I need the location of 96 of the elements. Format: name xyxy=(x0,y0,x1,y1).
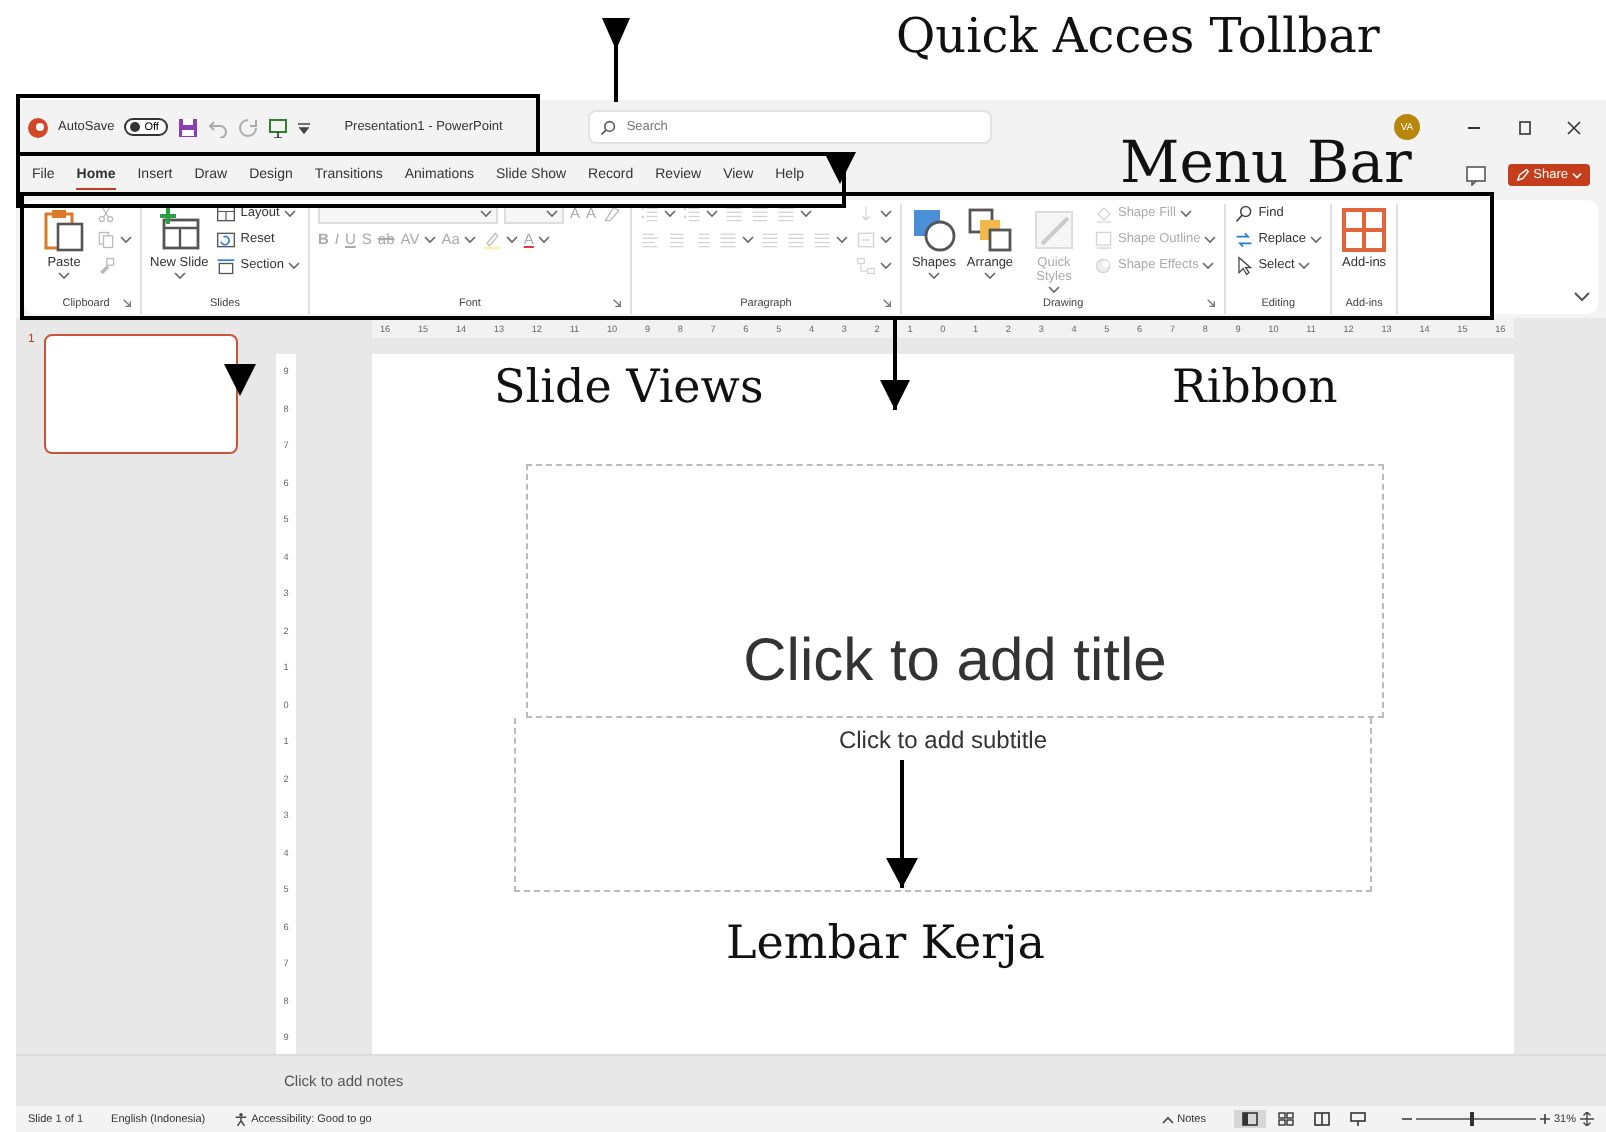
caret-icon xyxy=(1202,261,1215,270)
caret-icon xyxy=(927,271,940,280)
app-logo xyxy=(28,117,48,138)
justify-lines-icon xyxy=(717,229,738,250)
caret-up-icon xyxy=(1161,1115,1174,1124)
caret-icon xyxy=(1298,261,1311,270)
indent-more-lines-icon xyxy=(749,203,770,224)
pointer-arrow xyxy=(880,320,910,410)
plus-icon[interactable] xyxy=(1539,1114,1550,1125)
marker-icon xyxy=(481,229,502,250)
caret-icon xyxy=(1572,171,1582,180)
caret-icon xyxy=(1047,285,1060,294)
bucket-icon xyxy=(1093,203,1114,224)
swap-icon xyxy=(1234,229,1255,250)
pointer-triangle xyxy=(824,152,856,184)
align-center-lines-icon xyxy=(665,229,686,250)
caret-icon xyxy=(1310,235,1323,244)
search-icon xyxy=(600,119,617,136)
slide-thumbnail[interactable] xyxy=(44,334,239,455)
caret-icon xyxy=(120,235,132,244)
save-icon[interactable] xyxy=(178,117,199,138)
caret-icon xyxy=(741,235,754,244)
section-icon xyxy=(216,255,237,276)
launcher-icon[interactable] xyxy=(611,298,622,309)
fit-to-window-icon[interactable] xyxy=(1580,1112,1594,1127)
caret-icon xyxy=(58,271,70,280)
scissors-icon xyxy=(96,203,116,224)
launcher-icon[interactable] xyxy=(881,298,892,309)
pen-icon xyxy=(1515,168,1530,183)
caret-icon xyxy=(505,235,518,244)
effects-icon xyxy=(1093,255,1114,276)
pointer-arrow xyxy=(602,18,630,102)
caret-icon xyxy=(879,209,892,218)
caret-icon xyxy=(1204,235,1217,244)
caret-icon xyxy=(173,271,186,280)
caret-icon xyxy=(423,235,436,244)
pointer-arrow xyxy=(886,760,918,888)
align-text-icon xyxy=(855,229,876,250)
title-placeholder[interactable]: Click to add title xyxy=(526,464,1384,719)
collapse-caret-icon[interactable] xyxy=(1574,292,1590,303)
caret-icon xyxy=(835,235,848,244)
customize-caret-icon[interactable] xyxy=(298,121,311,134)
comment-icon[interactable] xyxy=(1465,165,1486,186)
reset-icon xyxy=(216,229,237,250)
annotation-label: Quick Acces Tollbar xyxy=(896,12,1380,60)
grid-view-icon xyxy=(1277,1112,1294,1127)
launcher-icon[interactable] xyxy=(1206,298,1217,309)
grid-icon xyxy=(1340,205,1389,254)
restore-icon xyxy=(1516,119,1532,136)
annotation-label: Slide Views xyxy=(494,366,764,412)
clipboard-icon xyxy=(40,205,88,254)
caret-icon xyxy=(545,209,558,218)
caret-icon xyxy=(463,235,476,244)
caret-icon xyxy=(879,261,892,270)
pointer-triangle xyxy=(224,364,256,396)
indent-less-lines-icon xyxy=(723,203,744,224)
presentation-icon[interactable] xyxy=(268,117,289,138)
caret-icon xyxy=(1179,209,1192,218)
annotation-label: Lembar Kerja xyxy=(726,922,1045,968)
align-left-lines-icon xyxy=(639,229,660,250)
accessibility-icon xyxy=(233,1112,248,1127)
line-spacing-lines-icon xyxy=(775,203,796,224)
close-icon xyxy=(1566,119,1582,136)
book-icon xyxy=(1313,1112,1330,1127)
ltr-lines-icon xyxy=(785,229,806,250)
stacked-squares-icon xyxy=(965,205,1014,254)
cursor-icon xyxy=(1234,255,1255,276)
launcher-icon[interactable] xyxy=(122,298,132,309)
projector-icon xyxy=(1349,1112,1366,1127)
rtl-lines-icon xyxy=(759,229,780,250)
normal-view-button[interactable] xyxy=(1233,1110,1266,1129)
slide-plus-icon xyxy=(155,205,204,254)
caret-icon xyxy=(983,271,996,280)
bullets-lines-icon xyxy=(639,203,660,224)
caret-icon xyxy=(287,261,300,270)
eraser-icon xyxy=(601,203,622,224)
zoom-slider-thumb[interactable] xyxy=(1469,1112,1474,1127)
pages-icon xyxy=(96,229,116,250)
caret-icon xyxy=(283,209,296,218)
caret-icon xyxy=(799,209,812,218)
caret-icon xyxy=(663,209,676,218)
search-icon xyxy=(1234,203,1255,224)
caret-icon xyxy=(537,235,550,244)
columns-lines-icon xyxy=(811,229,832,250)
pen-square-icon xyxy=(1029,205,1078,254)
minus-icon[interactable] xyxy=(1401,1114,1412,1125)
pencil-square-icon xyxy=(1093,229,1114,250)
caret-icon xyxy=(705,209,718,218)
numbering-lines-icon xyxy=(681,203,702,224)
brush-icon xyxy=(96,255,116,276)
caret-icon xyxy=(479,209,492,218)
diagram-icon xyxy=(855,255,876,276)
normal-view-icon xyxy=(1241,1112,1258,1127)
annotation-label: Ribbon xyxy=(1172,366,1338,412)
caret-icon xyxy=(879,235,892,244)
shapes-icon xyxy=(909,205,958,254)
